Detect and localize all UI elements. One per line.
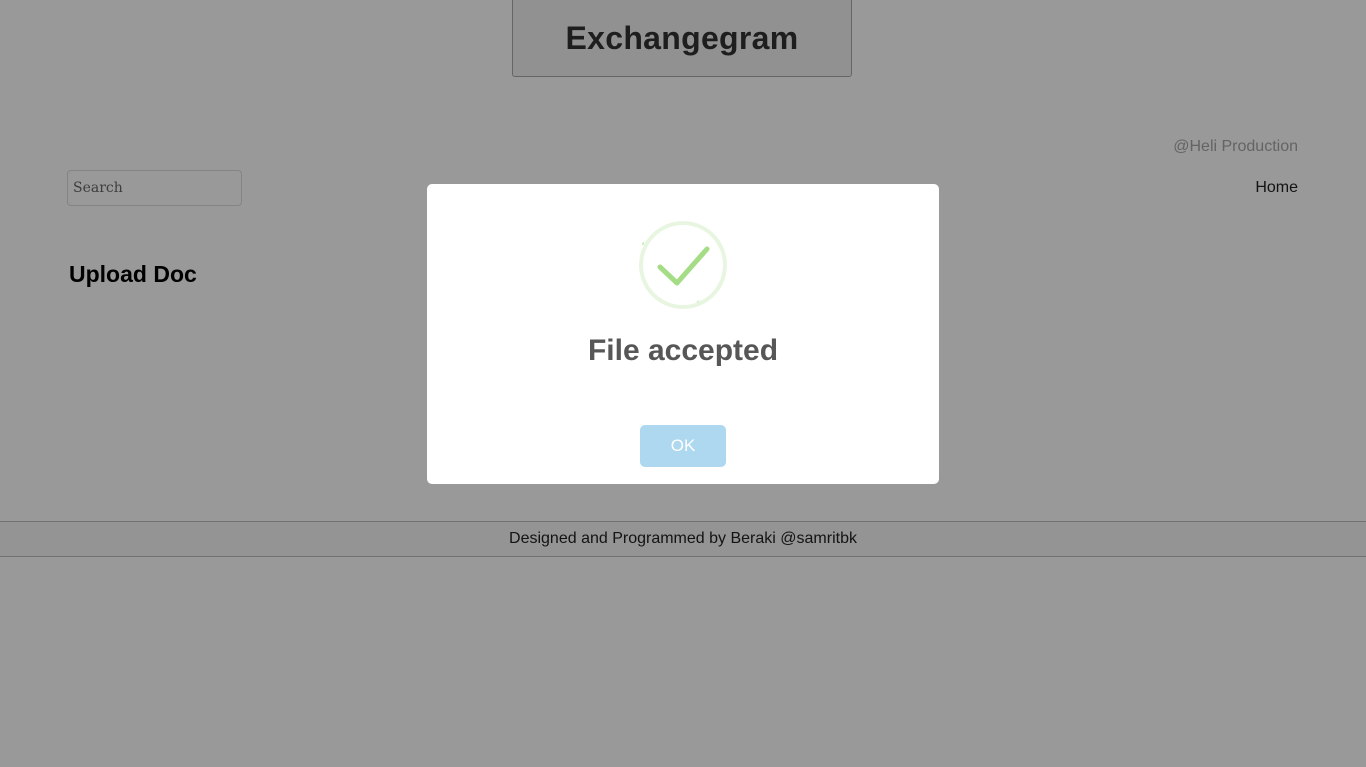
success-check-icon: [639, 221, 727, 309]
ok-button[interactable]: OK: [640, 425, 726, 467]
success-dialog: File accepted OK: [427, 184, 939, 484]
dialog-title: File accepted: [587, 334, 779, 367]
